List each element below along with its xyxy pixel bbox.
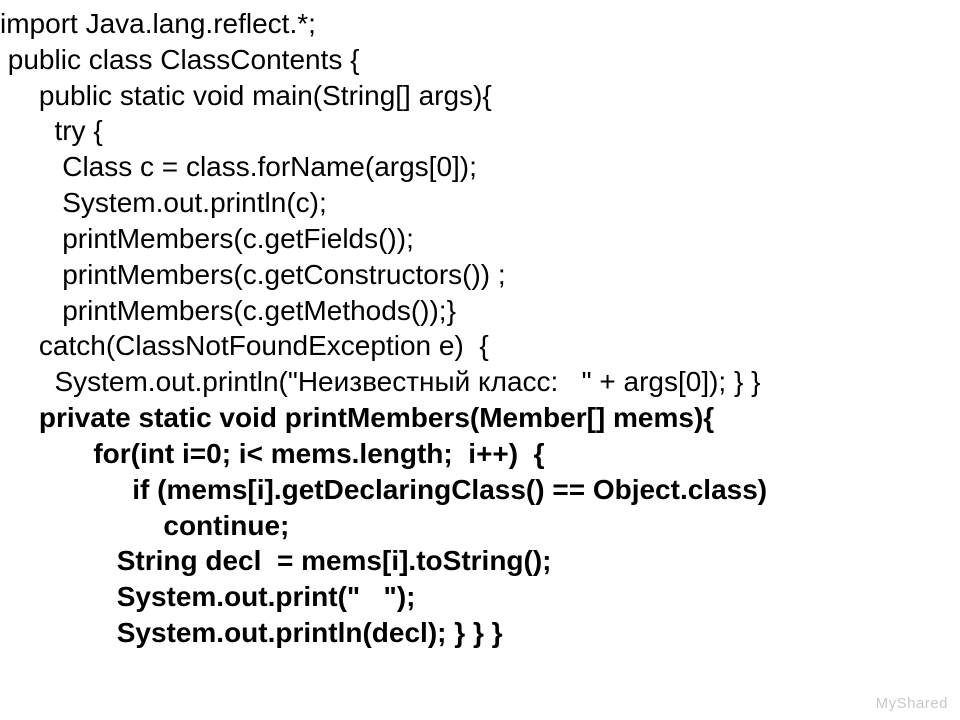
code-line: printMembers(c.getMethods());} [0,293,960,329]
code-line: printMembers(c.getConstructors()) ; [0,257,960,293]
code-line-bold: String decl = mems[i].toString(); [0,543,960,579]
code-line-bold: continue; [0,508,960,544]
code-line-bold: System.out.print(" "); [0,579,960,615]
code-line-bold: for(int i=0; i< mems.length; i++) { [0,436,960,472]
code-line: catch(ClassNotFoundException e) { [0,328,960,364]
code-line: Class c = class.forName(args[0]); [0,149,960,185]
code-line: import Java.lang.reflect.*; [0,6,960,42]
code-line-bold: System.out.println(decl); } } } [0,615,960,651]
code-line: System.out.println(c); [0,185,960,221]
code-line-bold: private static void printMembers(Member[… [0,400,960,436]
code-line-bold: if (mems[i].getDeclaringClass() == Objec… [0,472,960,508]
code-line: System.out.println("Неизвестный класс: "… [0,364,960,400]
code-line: public static void main(String[] args){ [0,78,960,114]
watermark: MyShared [876,695,948,712]
code-line: printMembers(c.getFields()); [0,221,960,257]
code-line: try { [0,113,960,149]
code-line: public class ClassContents { [0,42,960,78]
slide: import Java.lang.reflect.*; public class… [0,0,960,720]
